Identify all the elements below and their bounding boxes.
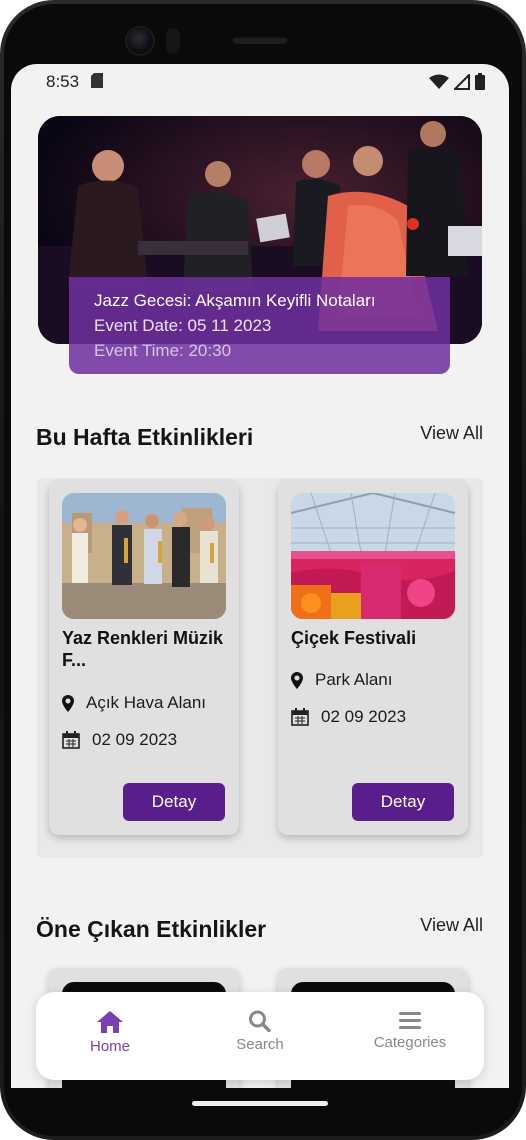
nav-categories-label: Categories [373,1034,447,1051]
nav-home-label: Home [89,1038,130,1055]
this-week-carousel[interactable]: Yaz Renkleri Müzik F... Açık Hava Alanı [37,478,483,858]
cell-signal-icon [454,73,470,90]
sensor [166,28,180,54]
battery-icon [475,73,485,90]
nav-categories[interactable]: Categories [350,1010,470,1051]
event-location: Açık Hava Alanı [86,693,207,712]
sd-card-icon [91,73,103,88]
hero-event-time: Event Time: 20:30 [94,341,232,360]
this-week-view-all[interactable]: View All [420,423,483,444]
nav-home[interactable]: Home [50,1010,170,1055]
event-location-row: Park Alanı [291,670,393,690]
app-screen: 8:53 Jazz Gecesi: Akşamın Keyifli Notala… [11,64,509,1088]
menu-icon [399,1012,421,1029]
status-bar: 8:53 [11,64,509,98]
hero-event-date: Event Date: 05 11 2023 [94,316,272,335]
earpiece-speaker [232,36,288,44]
wifi-icon [429,74,449,89]
this-week-title: Bu Hafta Etkinlikleri [36,424,254,450]
home-indicator[interactable] [192,1101,328,1106]
featured-title: Öne Çıkan Etkinlikler [36,916,267,942]
hero-info-panel: Jazz Gecesi: Akşamın Keyifli Notaları Ev… [69,277,450,374]
event-date: 02 09 2023 [321,707,407,726]
nav-search-label: Search [236,1036,284,1053]
location-pin-icon [291,671,303,689]
event-image [291,493,455,619]
event-date-row: 02 09 2023 [291,707,406,727]
bottom-navigation: Home Search Categories [36,992,484,1080]
event-title: Yaz Renkleri Müzik F... [62,628,224,670]
home-icon [97,1011,123,1033]
phone-frame: 8:53 Jazz Gecesi: Akşamın Keyifli Notala… [0,0,526,1140]
event-location: Park Alanı [315,670,393,689]
event-title: Çiçek Festivali [291,628,417,648]
event-card[interactable]: Çiçek Festivali Park Alanı 02 09 2023 De… [278,481,468,835]
search-icon [249,1010,271,1032]
featured-view-all[interactable]: View All [420,915,483,936]
hero-title: Jazz Gecesi: Akşamın Keyifli Notaları [94,291,376,310]
calendar-icon [291,708,309,726]
calendar-icon [62,731,80,749]
event-location-row: Açık Hava Alanı [62,693,206,713]
front-camera [127,28,153,54]
event-card[interactable]: Yaz Renkleri Müzik F... Açık Hava Alanı [49,481,239,835]
status-icons [429,73,485,90]
event-date-row: 02 09 2023 [62,730,177,750]
detail-button[interactable]: Detay [123,783,225,821]
event-date: 02 09 2023 [92,730,178,749]
event-image [62,493,226,619]
status-time: 8:53 [46,72,80,91]
nav-search[interactable]: Search [200,1010,320,1053]
location-pin-icon [62,694,74,712]
detail-button[interactable]: Detay [352,783,454,821]
